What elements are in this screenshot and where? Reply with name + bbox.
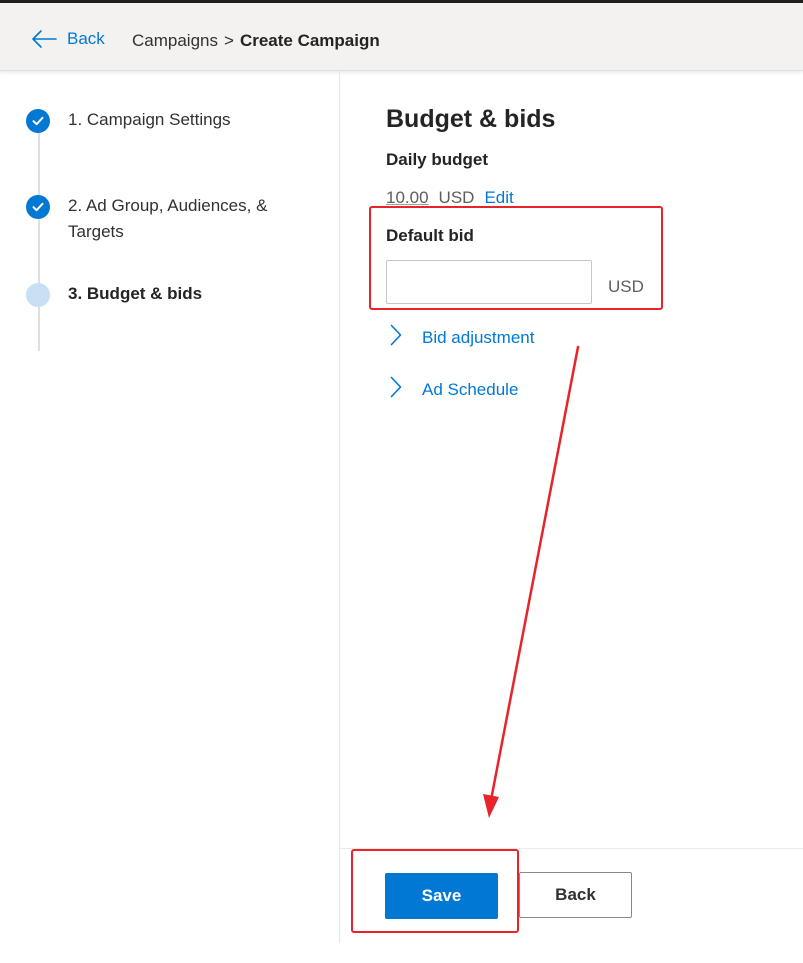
bid-adjustment-expander[interactable]: Bid adjustment	[390, 324, 534, 351]
default-bid-input[interactable]	[386, 260, 592, 304]
step-label-line1: 2. Ad Group, Audiences, &	[68, 196, 268, 215]
chevron-right-icon	[390, 324, 402, 351]
step-campaign-settings[interactable]: 1. Campaign Settings	[26, 109, 231, 133]
back-link[interactable]: Back	[31, 27, 105, 51]
circle-icon	[26, 283, 50, 307]
breadcrumb: Campaigns > Create Campaign	[132, 31, 380, 51]
chevron-right-icon	[390, 376, 402, 403]
step-label-line2: Targets	[68, 222, 124, 241]
breadcrumb-current: Create Campaign	[239, 31, 380, 50]
ad-schedule-expander[interactable]: Ad Schedule	[390, 376, 518, 403]
page-header: Back Campaigns > Create Campaign	[0, 3, 803, 71]
edit-budget-link[interactable]: Edit	[484, 188, 513, 208]
save-button[interactable]: Save	[385, 873, 498, 919]
back-link-label: Back	[67, 29, 105, 48]
wizard-steps: 1. Campaign Settings 2. Ad Group, Audien…	[0, 71, 339, 571]
daily-budget-amount: 10.00	[386, 188, 429, 207]
back-button[interactable]: Back	[519, 872, 632, 918]
daily-budget-value: 10.00 USD Edit	[386, 188, 514, 208]
panel-divider	[339, 71, 340, 943]
footer-divider	[340, 848, 803, 849]
breadcrumb-parent[interactable]: Campaigns	[132, 31, 218, 50]
breadcrumb-separator: >	[224, 31, 234, 50]
step-label: 1. Campaign Settings	[68, 110, 231, 129]
default-bid-currency: USD	[608, 277, 644, 296]
expander-label: Bid adjustment	[422, 327, 535, 347]
step-label: 3. Budget & bids	[68, 284, 203, 303]
arrow-left-icon	[31, 29, 57, 49]
daily-budget-currency: USD	[438, 188, 475, 207]
expander-label: Ad Schedule	[422, 379, 519, 399]
checkmark-circle-icon	[26, 195, 50, 219]
checkmark-circle-icon	[26, 109, 50, 133]
default-bid-label: Default bid	[386, 226, 474, 245]
daily-budget-label: Daily budget	[386, 150, 489, 169]
page-title: Budget & bids	[386, 105, 556, 133]
step-label: 2. Ad Group, Audiences, & Targets	[68, 193, 267, 245]
step-budget-bids[interactable]: 3. Budget & bids	[26, 283, 202, 307]
step-ad-group[interactable]: 2. Ad Group, Audiences, & Targets	[26, 195, 267, 245]
